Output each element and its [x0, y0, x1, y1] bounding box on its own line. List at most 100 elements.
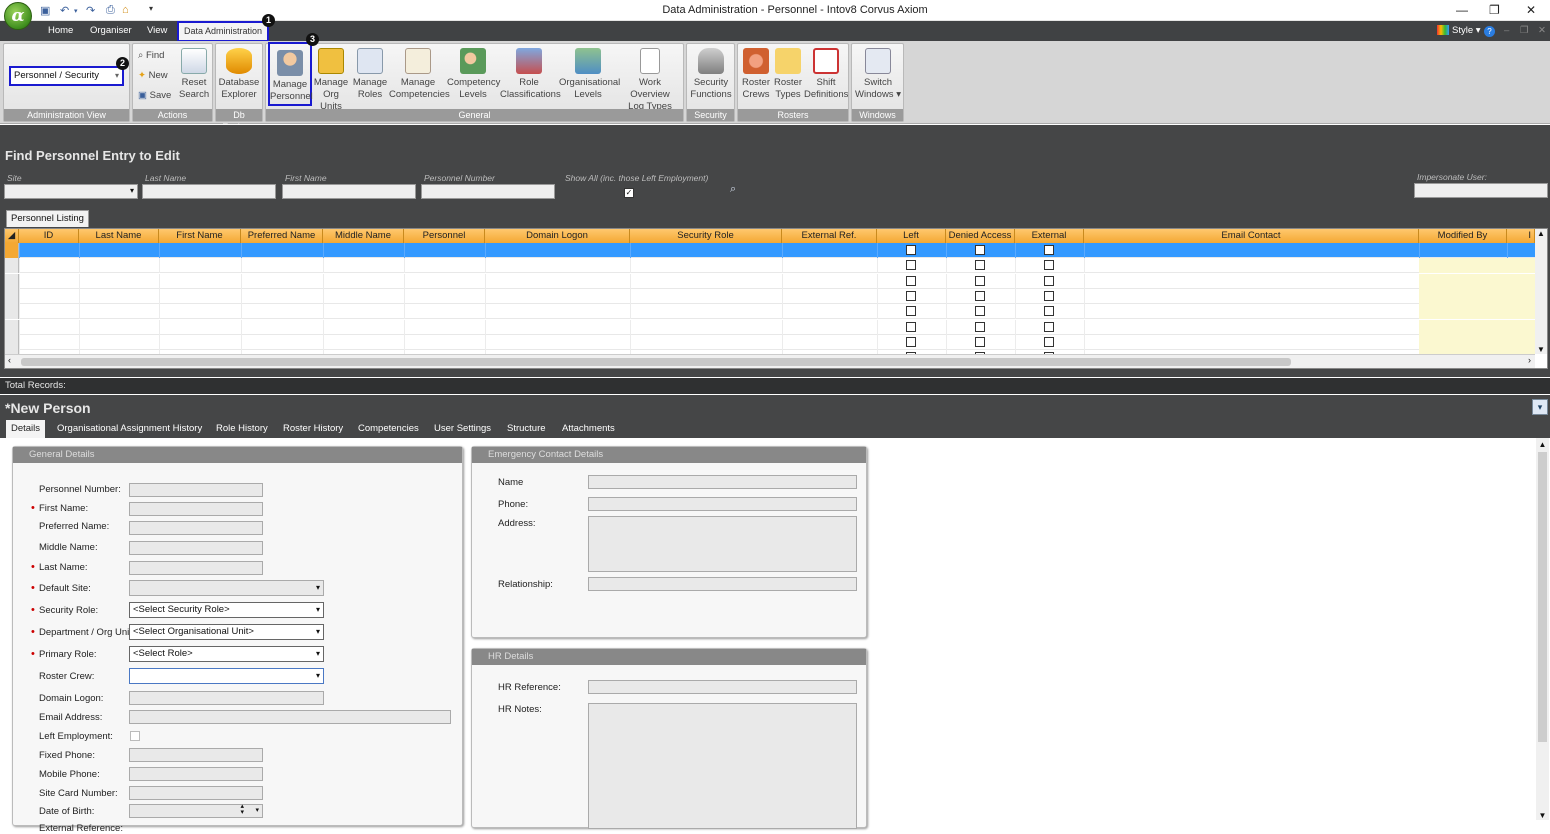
email-field[interactable] — [129, 710, 451, 724]
tab-details[interactable]: Details — [6, 420, 45, 438]
help-icon[interactable]: ? — [1484, 26, 1495, 37]
mobile-phone-field[interactable] — [129, 767, 263, 781]
role-classifications-button[interactable]: Role Classifications — [500, 48, 561, 101]
minimize-button[interactable]: — — [1456, 3, 1468, 17]
tab-role-history[interactable]: Role History — [216, 423, 268, 434]
denied-access-checkbox[interactable] — [975, 290, 985, 301]
row-selector[interactable] — [5, 288, 19, 304]
last-name-field[interactable] — [129, 561, 263, 575]
show-all-checkbox[interactable]: ✓ — [624, 188, 634, 198]
work-overview-log-types-button[interactable]: Work Overview Log Types — [618, 48, 682, 113]
tab-org-assignment-history[interactable]: Organisational Assignment History — [57, 423, 202, 434]
hr-notes-field[interactable] — [588, 703, 857, 829]
table-row[interactable] — [5, 288, 1535, 304]
column-header-external-ref[interactable]: External Ref. — [782, 229, 877, 243]
emergency-phone-field[interactable] — [588, 497, 857, 511]
roster-crew-select[interactable]: ▾ — [129, 668, 324, 684]
denied-access-checkbox[interactable] — [975, 336, 985, 347]
row-selector[interactable] — [5, 304, 19, 320]
external-checkbox[interactable] — [1044, 275, 1054, 286]
column-header-first-name[interactable]: First Name — [159, 229, 241, 243]
scroll-up-icon[interactable]: ▲ — [1535, 229, 1547, 238]
left-checkbox[interactable] — [906, 336, 916, 347]
select-all-corner[interactable]: ◢ — [5, 229, 19, 243]
preferred-name-field[interactable] — [129, 521, 263, 535]
tab-competencies[interactable]: Competencies — [358, 423, 419, 434]
fixed-phone-field[interactable] — [129, 748, 263, 762]
organisational-levels-button[interactable]: Organisational Levels — [559, 48, 620, 101]
denied-access-checkbox[interactable] — [975, 321, 985, 332]
external-checkbox[interactable] — [1044, 321, 1054, 332]
restore-button[interactable]: ❐ — [1489, 3, 1500, 17]
external-checkbox[interactable] — [1044, 290, 1054, 301]
shift-definitions-button[interactable]: Shift Definitions — [804, 48, 848, 101]
denied-access-checkbox[interactable] — [975, 275, 985, 286]
app-logo-icon[interactable]: α — [4, 2, 32, 30]
chevron-down-icon[interactable]: ▾ — [255, 806, 259, 814]
denied-access-checkbox[interactable] — [975, 245, 985, 255]
column-header-truncated[interactable]: I — [1507, 229, 1535, 243]
search-icon[interactable]: ⌕ — [730, 183, 736, 196]
emergency-name-field[interactable] — [588, 475, 857, 489]
scroll-up-icon[interactable]: ▲ — [1536, 440, 1549, 449]
site-card-field[interactable] — [129, 786, 263, 800]
column-header-left[interactable]: Left — [877, 229, 946, 243]
primary-role-select[interactable]: <Select Role> ▾ — [129, 646, 324, 662]
personnel-number-field[interactable] — [129, 483, 263, 497]
switch-windows-button[interactable]: Switch Windows ▾ — [854, 48, 902, 101]
tab-user-settings[interactable]: User Settings — [434, 423, 491, 434]
table-row[interactable] — [5, 304, 1535, 320]
collapse-icon[interactable]: ▾ — [1532, 399, 1548, 415]
first-name-field[interactable] — [129, 502, 263, 516]
ribbon-close-icon[interactable]: ✕ — [1538, 25, 1546, 36]
roster-types-button[interactable]: Roster Types — [772, 48, 804, 101]
manage-personnel-button[interactable]: Manage Personnel — [268, 42, 313, 106]
department-select[interactable]: <Select Organisational Unit> ▾ — [129, 624, 324, 640]
last-name-input[interactable] — [142, 184, 276, 199]
tab-attachments[interactable]: Attachments — [562, 423, 615, 434]
security-functions-button[interactable]: Security Functions — [689, 48, 733, 101]
external-checkbox[interactable] — [1044, 336, 1054, 347]
scroll-thumb[interactable] — [21, 358, 1291, 366]
tab-structure[interactable]: Structure — [507, 423, 546, 434]
close-button[interactable]: ✕ — [1526, 3, 1536, 17]
left-checkbox[interactable] — [906, 260, 916, 271]
emergency-address-field[interactable] — [588, 516, 857, 572]
column-header-preferred-name[interactable]: Preferred Name — [241, 229, 323, 243]
column-header-email-contact[interactable]: Email Contact — [1084, 229, 1419, 243]
scroll-right-icon[interactable]: › — [1528, 355, 1531, 365]
hr-reference-field[interactable] — [588, 680, 857, 694]
left-employment-checkbox[interactable] — [130, 731, 140, 741]
row-selector[interactable] — [5, 273, 19, 289]
manage-org-units-button[interactable]: Manage Org Units — [313, 48, 349, 113]
left-checkbox[interactable] — [906, 275, 916, 286]
security-role-select[interactable]: <Select Security Role> ▾ — [129, 602, 324, 618]
competency-levels-button[interactable]: Competency Levels — [447, 48, 500, 101]
personnel-number-input[interactable] — [421, 184, 555, 199]
column-header-domain-logon[interactable]: Domain Logon — [485, 229, 630, 243]
tab-organiser[interactable]: Organiser — [90, 25, 132, 36]
denied-access-checkbox[interactable] — [975, 306, 985, 317]
tab-view[interactable]: View — [147, 25, 167, 36]
spin-icon[interactable]: ▴ ▾ — [240, 803, 244, 816]
table-row[interactable] — [5, 319, 1535, 335]
denied-access-checkbox[interactable] — [975, 260, 985, 271]
left-checkbox[interactable] — [906, 290, 916, 301]
details-vertical-scrollbar[interactable]: ▲ ▼ — [1536, 438, 1549, 820]
middle-name-field[interactable] — [129, 541, 263, 555]
column-header-denied-access[interactable]: Denied Access — [946, 229, 1015, 243]
impersonate-user-input[interactable] — [1414, 183, 1548, 198]
ribbon-minimize-icon[interactable]: – — [1504, 25, 1509, 36]
tab-data-administration[interactable]: Data Administration — [177, 21, 269, 42]
first-name-input[interactable] — [282, 184, 416, 199]
database-explorer-button[interactable]: Database Explorer — [218, 48, 260, 101]
find-button[interactable]: ⌕ Find — [138, 50, 164, 61]
tab-personnel-listing[interactable]: Personnel Listing — [6, 210, 89, 227]
table-horizontal-scrollbar[interactable]: ‹ › — [5, 354, 1535, 368]
emergency-relationship-field[interactable] — [588, 577, 857, 591]
row-selector[interactable] — [5, 243, 19, 258]
left-checkbox[interactable] — [906, 306, 916, 317]
external-checkbox[interactable] — [1044, 245, 1054, 255]
column-header-external[interactable]: External — [1015, 229, 1084, 243]
admin-view-select[interactable]: Personnel / Security ▾ — [9, 66, 124, 86]
